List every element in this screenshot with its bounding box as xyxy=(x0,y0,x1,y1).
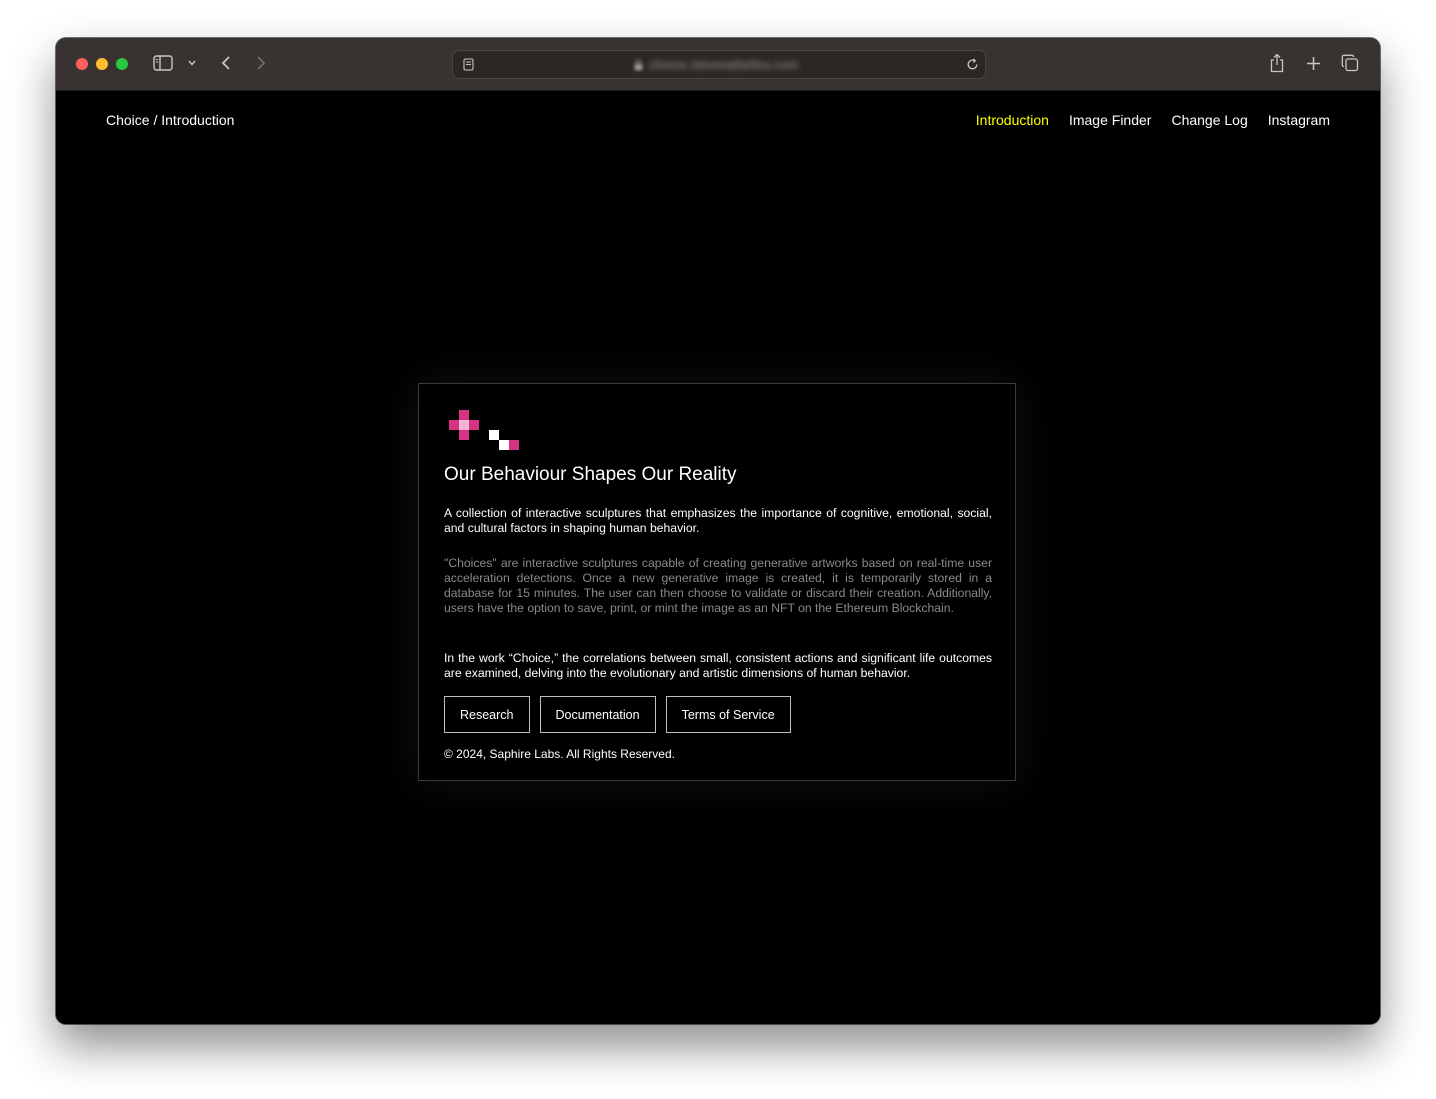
documentation-button[interactable]: Documentation xyxy=(539,696,656,733)
terms-of-service-button[interactable]: Terms of Service xyxy=(665,696,791,733)
browser-window: choice.stevesafarilou.com Choice / Intro… xyxy=(56,38,1380,1024)
card-title: Our Behaviour Shapes Our Reality xyxy=(444,464,737,485)
copyright-text: © 2024, Saphire Labs. All Rights Reserve… xyxy=(444,747,675,761)
lock-icon xyxy=(633,58,643,71)
minimize-window-button[interactable] xyxy=(96,58,108,70)
tabs-overview-icon[interactable] xyxy=(1340,53,1360,73)
share-icon[interactable] xyxy=(1267,52,1287,74)
reload-icon[interactable] xyxy=(965,57,979,71)
zoom-window-button[interactable] xyxy=(116,58,128,70)
chevron-down-icon[interactable] xyxy=(186,56,198,70)
url-text[interactable]: choice.stevesafarilou.com xyxy=(649,57,799,72)
nav-instagram[interactable]: Instagram xyxy=(1268,112,1330,128)
research-button[interactable]: Research xyxy=(444,696,530,733)
intro-card: Our Behaviour Shapes Our Reality A colle… xyxy=(418,383,1016,781)
forward-icon[interactable] xyxy=(253,53,269,73)
nav-change-log[interactable]: Change Log xyxy=(1171,112,1247,128)
site-title[interactable]: Choice / Introduction xyxy=(106,112,234,128)
close-window-button[interactable] xyxy=(76,58,88,70)
address-bar[interactable]: choice.stevesafarilou.com xyxy=(452,50,986,79)
button-row: Research Documentation Terms of Service xyxy=(444,696,791,733)
main-nav: Introduction Image Finder Change Log Ins… xyxy=(976,112,1330,128)
nav-introduction[interactable]: Introduction xyxy=(976,112,1049,128)
browser-toolbar: choice.stevesafarilou.com xyxy=(56,38,1380,91)
page-content: Choice / Introduction Introduction Image… xyxy=(56,91,1380,1024)
lead-paragraph: A collection of interactive sculptures t… xyxy=(444,506,992,535)
back-icon[interactable] xyxy=(218,53,234,73)
nav-image-finder[interactable]: Image Finder xyxy=(1069,112,1151,128)
closing-paragraph: In the work “Choice,” the correlations b… xyxy=(444,651,992,680)
new-tab-icon[interactable] xyxy=(1304,54,1322,72)
description-paragraph: "Choices" are interactive sculptures cap… xyxy=(444,556,992,615)
page-icon[interactable] xyxy=(461,57,475,71)
sidebar-icon[interactable] xyxy=(152,53,174,73)
pixel-logo-icon xyxy=(449,410,521,452)
